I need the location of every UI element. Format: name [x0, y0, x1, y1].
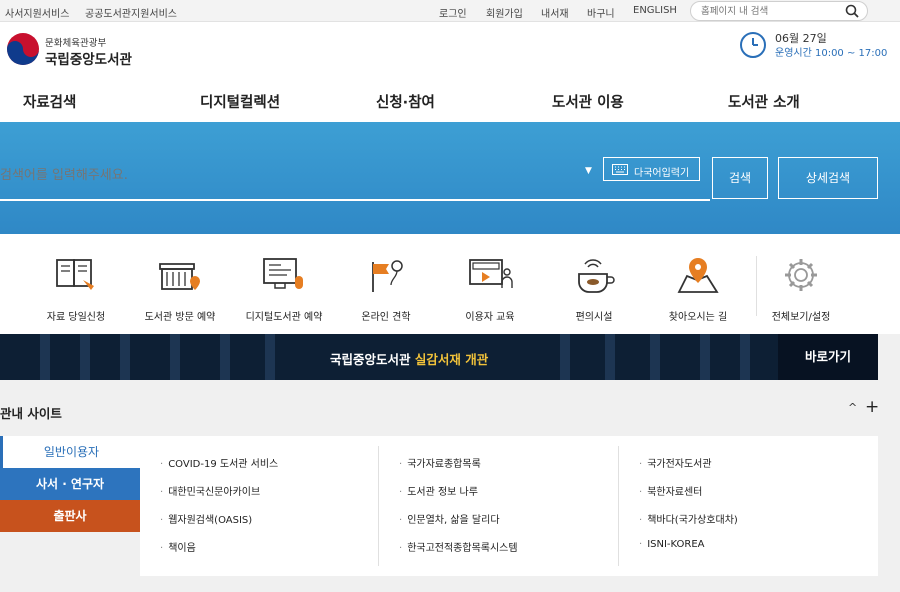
login-link[interactable]: 로그인	[439, 5, 467, 20]
clock-icon	[740, 32, 766, 58]
gear-icon	[785, 259, 817, 291]
immersive-library-banner[interactable]: 국립중앙도서관 실감서재 개관 바로가기	[0, 334, 878, 380]
directions-icon	[677, 258, 719, 293]
detail-search-button[interactable]: 상세검색	[778, 157, 878, 199]
quick-item-label: 편의시설	[575, 312, 613, 323]
main-navigation: 자료검색 디지털컬렉션 신청·참여 도서관 이용 도서관 소개	[0, 78, 900, 122]
site-search-box	[690, 1, 868, 21]
banner-go-button[interactable]: 바로가기	[778, 334, 878, 380]
tab-general-user[interactable]: 일반이용자	[0, 436, 140, 468]
related-link[interactable]: COVID-19 도서관 서비스	[160, 455, 278, 470]
nav-resource-search[interactable]: 자료검색	[23, 91, 76, 112]
column-divider	[378, 446, 379, 566]
nav-digital-collection[interactable]: 디지털컬렉션	[200, 91, 280, 112]
quick-item-visit-reservation[interactable]: 도서관 방문 예약	[132, 234, 228, 334]
related-link[interactable]: 대한민국신문아카이브	[160, 483, 260, 498]
related-link[interactable]: 국가자료종합목록	[399, 455, 481, 470]
related-sites-title: 관내 사이트	[0, 406, 62, 421]
cart-link[interactable]: 바구니	[587, 5, 615, 20]
quick-item-label: 도서관 방문 예약	[144, 312, 216, 323]
digital-library-icon	[263, 258, 303, 289]
related-link[interactable]: 도서관 정보 나루	[399, 483, 478, 498]
collapse-control[interactable]: ^	[848, 401, 857, 414]
related-link[interactable]: 국가전자도서관	[639, 455, 711, 470]
nav-library-intro[interactable]: 도서관 소개	[728, 91, 800, 112]
related-link[interactable]: 인문열차, 삶을 달리다	[399, 511, 499, 526]
site-search-input[interactable]	[701, 5, 841, 18]
related-link[interactable]: 책바다(국가상호대차)	[639, 511, 738, 526]
related-link[interactable]: 웹자원검색(OASIS)	[160, 511, 252, 526]
keyboard-label: 다국어입력기	[634, 168, 690, 179]
quick-item-view-all-settings[interactable]: 전체보기/설정	[758, 234, 844, 334]
nav-library-use[interactable]: 도서관 이용	[552, 91, 624, 112]
quick-item-digital-library-reservation[interactable]: 디지털도서관 예약	[236, 234, 332, 334]
convenience-icon	[578, 259, 615, 293]
my-library-link[interactable]: 내서재	[541, 5, 569, 20]
related-links-panel: COVID-19 도서관 서비스 대한민국신문아카이브 웹자원검색(OASIS)…	[140, 436, 878, 576]
related-link[interactable]: 북한자료센터	[639, 483, 702, 498]
multilingual-keyboard-button[interactable]: 다국어입력기	[603, 157, 700, 181]
expand-control[interactable]: +	[865, 397, 879, 417]
nav-apply-participate[interactable]: 신청·참여	[376, 91, 435, 112]
banner-text-prefix: 국립중앙도서관	[330, 352, 411, 367]
quick-item-directions[interactable]: 찾아오시는 길	[650, 234, 746, 334]
quick-item-convenience[interactable]: 편의시설	[546, 234, 642, 334]
external-link-librarian[interactable]: 사서지원서비스	[5, 5, 69, 20]
site-header: 문화체육관광부 국립중앙도서관 06월 27일 운영시간 10:00 ~ 17:…	[0, 22, 900, 78]
government-logo-icon[interactable]	[5, 31, 41, 67]
top-utility-bar: 사서지원서비스 공공도서관지원서비스 로그인 회원가입 내서재 바구니 ENGL…	[0, 0, 900, 22]
ministry-name: 문화체육관광부	[45, 38, 107, 49]
quick-menu-divider	[756, 256, 757, 316]
online-tour-icon	[372, 260, 403, 292]
book-request-icon	[56, 259, 94, 290]
signup-link[interactable]: 회원가입	[486, 5, 523, 20]
quick-item-label: 찾아오시는 길	[668, 312, 728, 323]
search-icon[interactable]	[845, 4, 859, 18]
quick-menu: 자료 당일신청 도서관 방문 예약 디지털도서관 예약 온라인 견학 이용자 교…	[0, 234, 900, 334]
quick-item-label: 이용자 교육	[465, 312, 515, 323]
visit-reservation-icon	[159, 263, 200, 290]
banner-text-highlight: 실감서재 개관	[414, 352, 489, 367]
search-button[interactable]: 검색	[712, 157, 768, 199]
related-link[interactable]: 한국고전적종합목록시스템	[399, 539, 517, 554]
search-underline	[0, 199, 710, 201]
quick-item-label: 자료 당일신청	[46, 312, 106, 323]
tab-publisher[interactable]: 출판사	[0, 500, 140, 532]
quick-item-user-education[interactable]: 이용자 교육	[442, 234, 538, 334]
quick-item-label: 온라인 견학	[361, 312, 411, 323]
quick-item-same-day-request[interactable]: 자료 당일신청	[28, 234, 124, 334]
quick-item-label: 전체보기/설정	[771, 312, 831, 323]
quick-item-label: 디지털도서관 예약	[245, 312, 323, 323]
related-link[interactable]: 책이음	[160, 539, 196, 554]
main-search-input[interactable]	[0, 168, 580, 183]
external-link-public-library[interactable]: 공공도서관지원서비스	[85, 5, 177, 20]
tab-librarian-researcher[interactable]: 사서 · 연구자	[0, 468, 140, 500]
keyboard-icon	[612, 164, 628, 175]
user-education-icon	[469, 259, 513, 288]
quick-item-online-tour[interactable]: 온라인 견학	[338, 234, 434, 334]
english-link[interactable]: ENGLISH	[633, 5, 677, 16]
column-divider	[618, 446, 619, 566]
related-link[interactable]: ISNI-KOREA	[639, 539, 704, 550]
library-name[interactable]: 국립중앙도서관	[45, 48, 132, 68]
search-dropdown-arrow-icon[interactable]: ▼	[585, 166, 592, 176]
banner-text: 국립중앙도서관 실감서재 개관	[330, 349, 488, 368]
opening-hours: 운영시간 10:00 ~ 17:00	[775, 48, 888, 59]
search-hero: ▼ 다국어입력기 검색 상세검색	[0, 122, 900, 234]
